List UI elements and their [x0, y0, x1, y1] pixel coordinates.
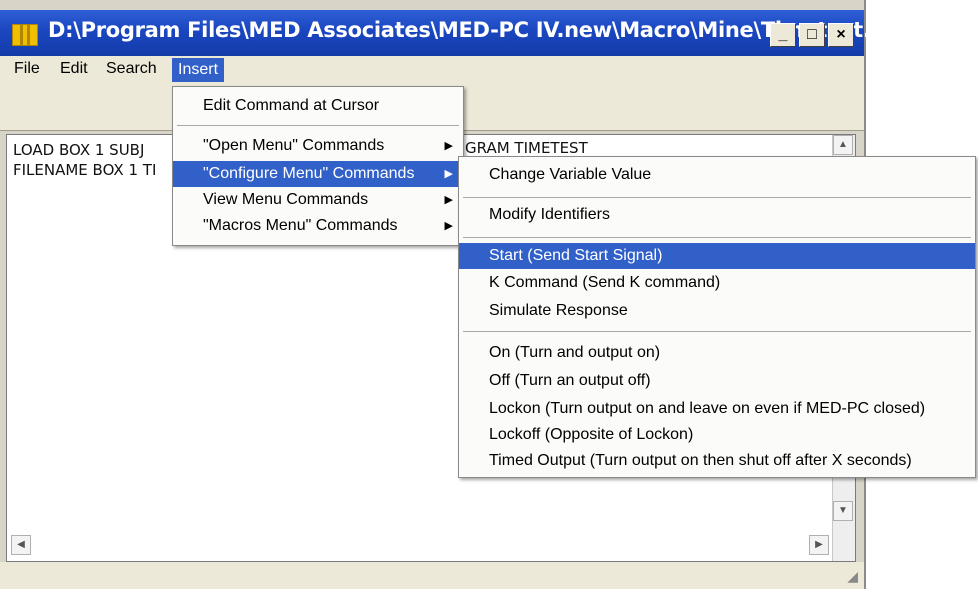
menu-insert[interactable]: Insert — [172, 58, 225, 82]
menu-item-label: Modify Identifiers — [489, 206, 610, 223]
editor-line: FILENAME BOX 1 TI — [13, 161, 157, 179]
menu-item-change-variable-value[interactable]: Change Variable Value — [459, 161, 975, 189]
menu-separator — [463, 331, 971, 332]
menu-item-label: K Command (Send K command) — [489, 274, 721, 291]
menu-item-label: Off (Turn an output off) — [489, 372, 651, 389]
menu-item-modify-identifiers[interactable]: Modify Identifiers — [459, 201, 975, 229]
submenu-arrow-icon: ▶ — [444, 168, 453, 180]
menu-item-lockon[interactable]: Lockon (Turn output on and leave on even… — [459, 395, 975, 423]
minimize-button[interactable]: _ — [770, 23, 796, 47]
status-bar: ◢ — [0, 562, 864, 589]
menu-separator — [463, 197, 971, 198]
editor-line: LOAD BOX 1 SUBJ — [13, 141, 145, 159]
menu-edit[interactable]: Edit — [60, 60, 88, 78]
editor-line-fragment: GRAM TIMETEST — [465, 139, 588, 157]
scroll-up-arrow-icon[interactable]: ▲ — [833, 135, 853, 155]
menu-item-label: "Configure Menu" Commands — [203, 165, 415, 182]
menu-separator — [177, 125, 459, 126]
window-title: D:\Program Files\MED Associates\MED-PC I… — [48, 18, 894, 42]
menu-file[interactable]: File — [14, 60, 40, 78]
menu-item-simulate-response[interactable]: Simulate Response — [459, 297, 975, 325]
menu-item-view-menu-commands[interactable]: View Menu Commands ▶ — [173, 187, 463, 213]
menu-item-label: Edit Command at Cursor — [203, 97, 380, 114]
menu-separator — [463, 237, 971, 238]
menu-item-k-command[interactable]: K Command (Send K command) — [459, 269, 975, 297]
menu-item-label: Lockon (Turn output on and leave on even… — [489, 400, 926, 417]
bar-chart-icon — [12, 24, 38, 46]
menu-item-label: Change Variable Value — [489, 166, 652, 183]
menu-item-lockoff[interactable]: Lockoff (Opposite of Lockon) — [459, 421, 975, 449]
menu-item-start[interactable]: Start (Send Start Signal) — [459, 243, 975, 269]
close-button[interactable]: × — [828, 23, 854, 47]
resize-grip-icon[interactable]: ◢ — [847, 568, 858, 585]
menu-item-label: "Macros Menu" Commands — [203, 217, 398, 234]
menu-search[interactable]: Search — [106, 60, 157, 78]
menu-item-label: Simulate Response — [489, 302, 628, 319]
submenu-arrow-icon: ▶ — [444, 140, 453, 152]
scroll-down-arrow-icon[interactable]: ▼ — [833, 501, 853, 521]
menu-item-label: On (Turn and output on) — [489, 344, 661, 361]
submenu-arrow-icon: ▶ — [444, 194, 453, 206]
title-bar[interactable]: D:\Program Files\MED Associates\MED-PC I… — [0, 10, 894, 56]
configure-submenu: Change Variable Value Modify Identifiers… — [458, 156, 976, 478]
menu-item-configure-menu-commands[interactable]: "Configure Menu" Commands ▶ — [173, 161, 463, 187]
maximize-button[interactable]: □ — [799, 23, 825, 47]
menu-item-label: Lockoff (Opposite of Lockon) — [489, 426, 694, 443]
menu-item-label: Start (Send Start Signal) — [489, 247, 663, 264]
menu-item-label: Timed Output (Turn output on then shut o… — [489, 452, 912, 469]
menu-item-off[interactable]: Off (Turn an output off) — [459, 367, 975, 395]
insert-menu: Edit Command at Cursor "Open Menu" Comma… — [172, 86, 464, 246]
menu-item-on[interactable]: On (Turn and output on) — [459, 339, 975, 367]
scroll-left-arrow-icon[interactable]: ◀ — [11, 535, 31, 555]
menu-item-open-menu-commands[interactable]: "Open Menu" Commands ▶ — [173, 133, 463, 159]
menu-item-edit-command[interactable]: Edit Command at Cursor — [173, 93, 463, 119]
menu-item-macros-menu-commands[interactable]: "Macros Menu" Commands ▶ — [173, 213, 463, 239]
menu-item-label: "Open Menu" Commands — [203, 137, 385, 154]
submenu-arrow-icon: ▶ — [444, 220, 453, 232]
scroll-right-arrow-icon[interactable]: ▶ — [809, 535, 829, 555]
menu-item-label: View Menu Commands — [203, 191, 369, 208]
menu-item-timed-output[interactable]: Timed Output (Turn output on then shut o… — [459, 447, 975, 475]
menu-bar: File Edit Search Insert — [0, 56, 864, 84]
